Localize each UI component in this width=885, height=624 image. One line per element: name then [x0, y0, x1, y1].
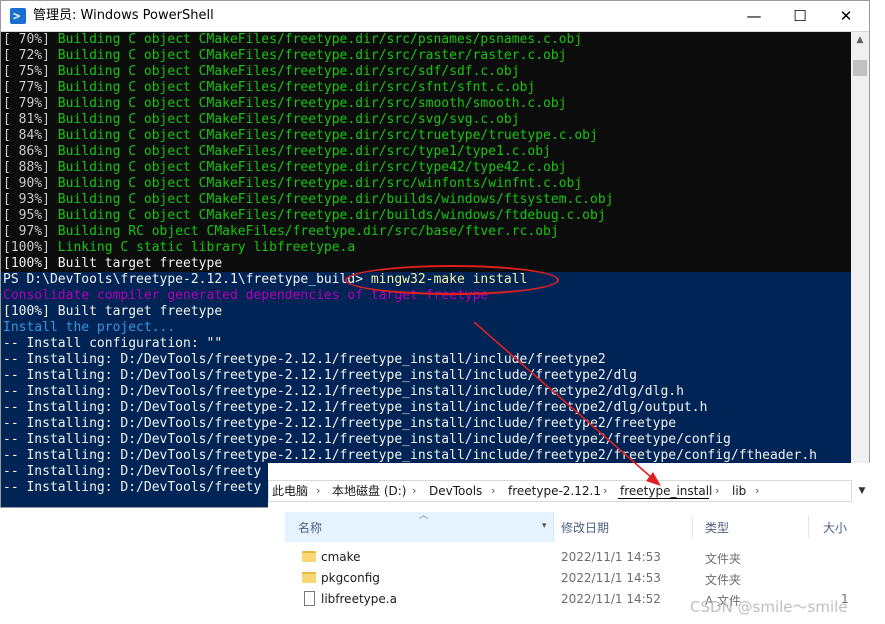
install-project-line: Install the project... [3, 320, 176, 335]
file-icon [304, 591, 315, 606]
install-line: -- Installing: D:/DevTools/freetype-2.12… [3, 432, 731, 447]
build-line: [ 77%] Building C object CMakeFiles/free… [3, 80, 536, 95]
breadcrumb-chevron-icon[interactable]: › [316, 481, 320, 501]
column-modified-header[interactable]: 修改日期 [561, 519, 609, 536]
file-name: cmake [321, 550, 361, 564]
folder-icon [302, 572, 316, 583]
annotation-ellipse [345, 265, 559, 295]
column-header: ︿ 名称 ▾ 修改日期 类型 大小 [285, 511, 885, 542]
file-modified: 2022/11/1 14:53 [561, 550, 661, 564]
prompt: PS D:\DevTools\freetype-2.12.1\freetype_… [3, 272, 371, 287]
file-modified: 2022/11/1 14:52 [561, 592, 661, 606]
breadcrumb-lib[interactable]: lib [732, 481, 746, 501]
powershell-icon: > [10, 8, 26, 24]
scroll-up-arrow-icon[interactable]: ▲ [851, 32, 869, 48]
install-line: -- Installing: D:/DevTools/freetype-2.12… [3, 368, 637, 383]
column-divider[interactable] [692, 516, 693, 538]
address-bar[interactable]: 此电脑 › 本地磁盘 (D:) › DevTools › freetype-2.… [268, 480, 852, 502]
column-dropdown-icon[interactable]: ▾ [542, 521, 547, 531]
window-title: 管理员: Windows PowerShell [33, 8, 214, 23]
build-line: [ 75%] Building C object CMakeFiles/free… [3, 64, 520, 79]
build-line: [ 88%] Building C object CMakeFiles/free… [3, 160, 567, 175]
breadcrumb-chevron-icon[interactable]: › [715, 481, 719, 501]
csdn-watermark: CSDN @smile～smile [690, 598, 848, 616]
install-line: -- Installing: D:/DevTools/freetype-2.12… [3, 384, 684, 399]
build-line: [ 84%] Building C object CMakeFiles/free… [3, 128, 598, 143]
scroll-thumb[interactable] [853, 60, 867, 76]
breadcrumb-chevron-icon[interactable]: › [491, 481, 495, 501]
column-type-header[interactable]: 类型 [705, 519, 729, 536]
file-modified: 2022/11/1 14:53 [561, 571, 661, 585]
build-line: [ 95%] Building C object CMakeFiles/free… [3, 208, 606, 223]
sort-caret-icon: ︿ [419, 511, 429, 521]
folder-icon [302, 551, 316, 562]
build-line: [ 86%] Building C object CMakeFiles/free… [3, 144, 551, 159]
breadcrumb-chevron-icon[interactable]: › [412, 481, 416, 501]
file-row[interactable]: cmake 2022/11/1 14:53 文件夹 [285, 547, 885, 568]
console-lines: [ 70%] Building C object CMakeFiles/free… [3, 32, 817, 496]
breadcrumb-chevron-icon[interactable]: › [603, 481, 607, 501]
built-target-line: [100%] Built target freetype [3, 304, 223, 319]
install-line: -- Installing: D:/DevTools/freetype-2.12… [3, 352, 606, 367]
path-underline [618, 498, 709, 499]
breadcrumb-drive[interactable]: 本地磁盘 (D:) [332, 481, 406, 501]
build-line: [ 79%] Building C object CMakeFiles/free… [3, 96, 567, 111]
build-line: [100%] Linking C static library libfreet… [3, 240, 356, 255]
file-name: libfreetype.a [321, 592, 397, 606]
install-line: -- Installing: D:/DevTools/freetype-2.12… [3, 448, 817, 463]
build-line: [ 72%] Building C object CMakeFiles/free… [3, 48, 567, 63]
file-name: pkgconfig [321, 571, 380, 585]
build-line: [ 81%] Building C object CMakeFiles/free… [3, 112, 520, 127]
maximize-button[interactable]: ☐ [777, 1, 823, 31]
file-row[interactable]: pkgconfig 2022/11/1 14:53 文件夹 [285, 568, 885, 589]
column-name-header[interactable]: ︿ 名称 ▾ [285, 511, 554, 542]
build-line: [ 93%] Building C object CMakeFiles/free… [3, 192, 614, 207]
minimize-button[interactable]: — [731, 1, 777, 31]
build-line: [ 70%] Building C object CMakeFiles/free… [3, 32, 583, 47]
install-line: -- Installing: D:/DevTools/freetype-2.12… [3, 416, 677, 431]
install-config-line: -- Install configuration: "" [3, 336, 223, 351]
file-type: 文件夹 [705, 552, 742, 566]
close-button[interactable]: ✕ [823, 1, 869, 31]
address-dropdown-icon[interactable]: ▼ [853, 480, 871, 502]
vertical-scrollbar[interactable]: ▲ ▼ [851, 32, 869, 507]
file-type: 文件夹 [705, 573, 742, 587]
breadcrumb-this-pc[interactable]: 此电脑 [272, 481, 308, 501]
build-line: [ 97%] Building RC object CMakeFiles/fre… [3, 224, 559, 239]
install-line: -- Installing: D:/DevTools/freetype-2.12… [3, 400, 708, 415]
column-size-header[interactable]: 大小 [823, 519, 847, 536]
breadcrumb-devtools[interactable]: DevTools [429, 481, 482, 501]
title-bar[interactable]: > 管理员: Windows PowerShell — ☐ ✕ [1, 1, 869, 32]
breadcrumb-chevron-icon[interactable]: › [755, 481, 759, 501]
column-divider[interactable] [808, 516, 809, 538]
build-line: [ 90%] Building C object CMakeFiles/free… [3, 176, 583, 191]
breadcrumb-freetype[interactable]: freetype-2.12.1 [508, 481, 601, 501]
powershell-window: > 管理员: Windows PowerShell — ☐ ✕ [ 70%] B… [0, 0, 870, 508]
